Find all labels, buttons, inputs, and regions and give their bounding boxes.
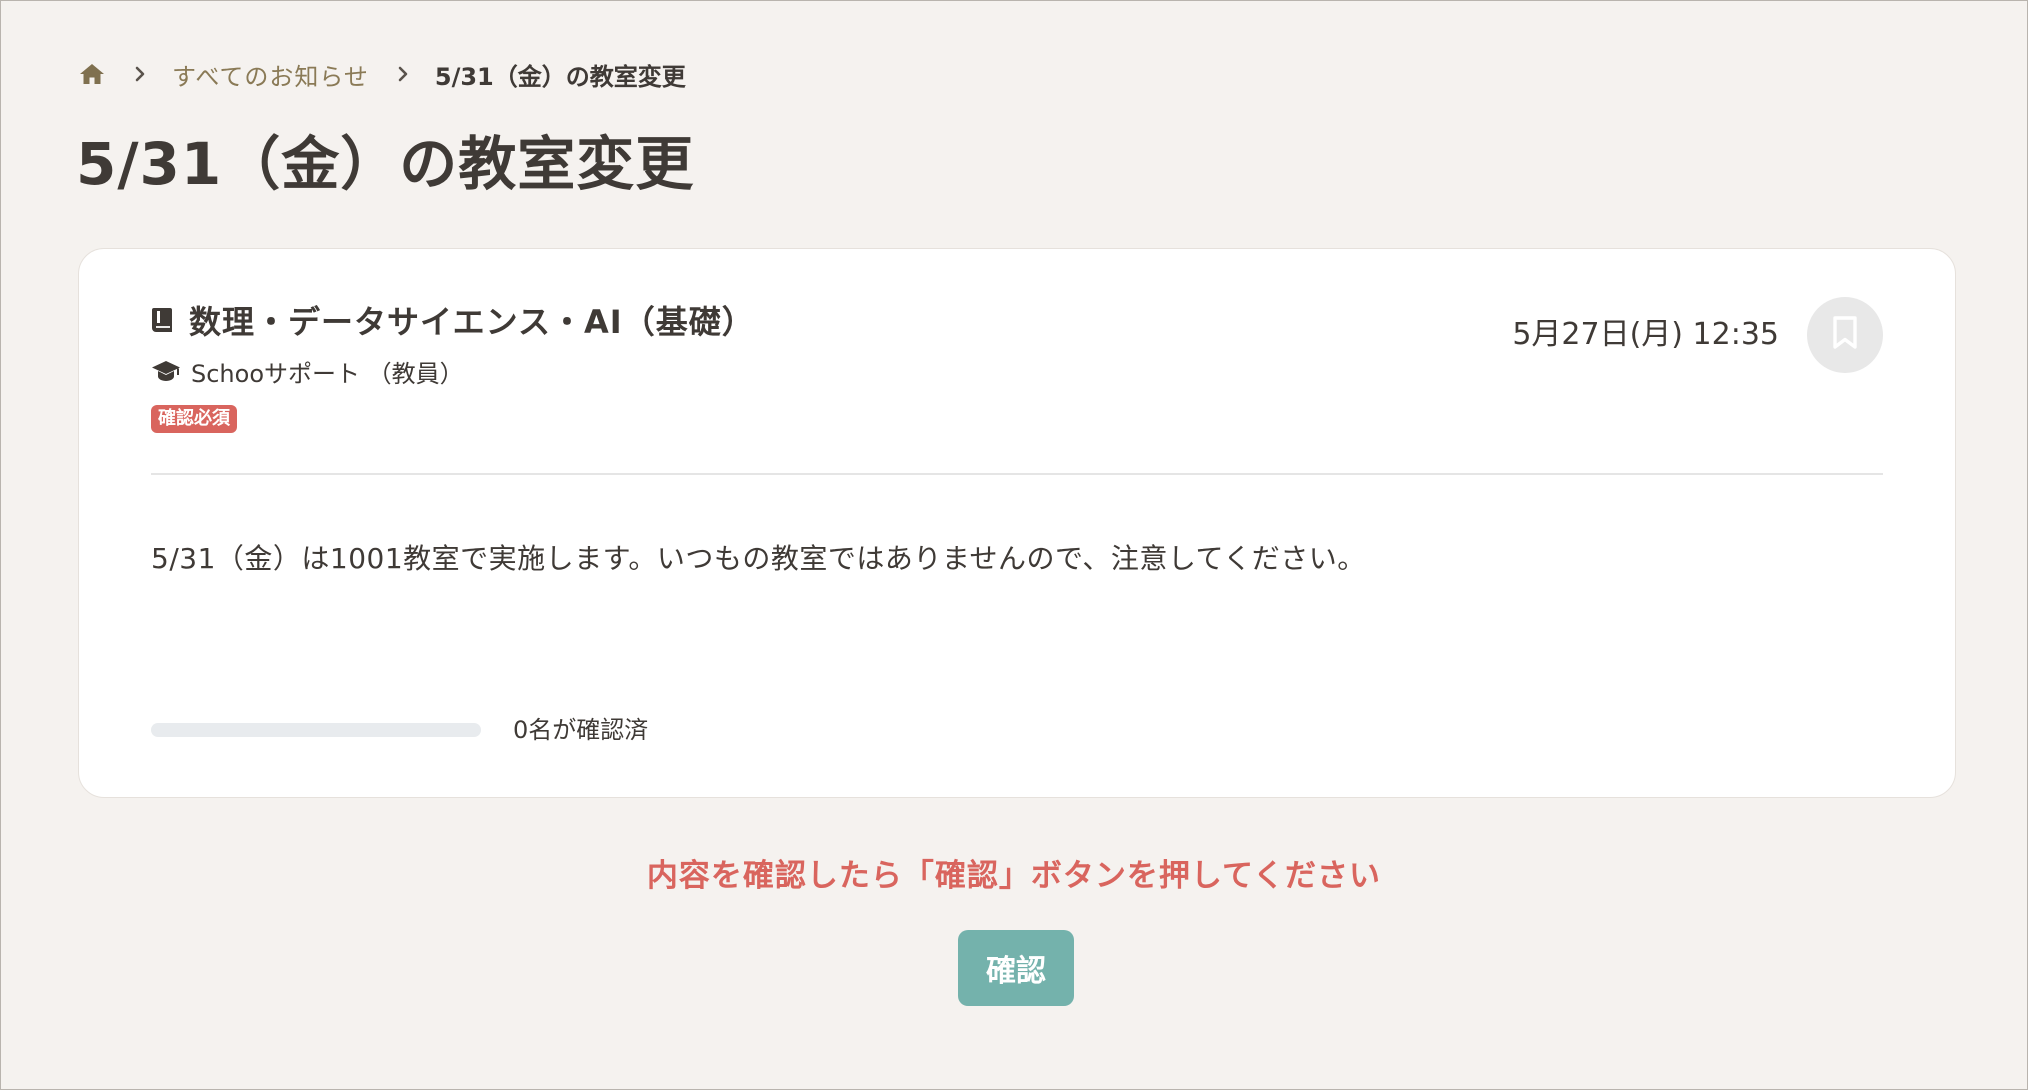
confirmation-required-badge: 確認必須: [151, 405, 237, 433]
breadcrumb-all-notices-link[interactable]: すべてのお知らせ: [172, 57, 369, 92]
breadcrumb-current: 5/31（金）の教室変更: [434, 62, 686, 91]
notice-card: 数理・データサイエンス・AI（基礎） Schooサポート （教員） 確認必須 5…: [78, 248, 1956, 798]
home-icon[interactable]: [78, 60, 106, 88]
bookmark-icon: [1832, 316, 1858, 354]
course-name: 数理・データサイエンス・AI（基礎）: [189, 303, 755, 341]
confirmation-progress-bar: [151, 723, 481, 737]
author-name: Schooサポート （教員）: [191, 359, 464, 388]
divider: [151, 473, 1883, 475]
bookmark-button[interactable]: [1807, 297, 1883, 373]
page-title: 5/31（金）の教室変更: [76, 130, 695, 198]
course-row: 数理・データサイエンス・AI（基礎）: [151, 299, 755, 341]
breadcrumb: すべてのお知らせ 5/31（金）の教室変更: [78, 56, 686, 92]
confirm-button[interactable]: 確認: [958, 930, 1074, 1006]
confirm-instruction: 内容を確認したら「確認」ボタンを押してください: [646, 858, 1382, 894]
chevron-right-icon: [393, 64, 413, 84]
posted-date: 5月27日(月) 12:35: [1512, 317, 1779, 352]
chevron-right-icon: [130, 64, 150, 84]
notice-body: 5/31（金）は1001教室で実施します。いつもの教室ではありませんので、注意し…: [151, 542, 1366, 575]
book-icon: [151, 306, 175, 334]
confirmed-count: 0名が確認済: [513, 716, 649, 744]
graduation-cap-icon: [151, 359, 181, 383]
author-row: Schooサポート （教員）: [151, 353, 464, 389]
